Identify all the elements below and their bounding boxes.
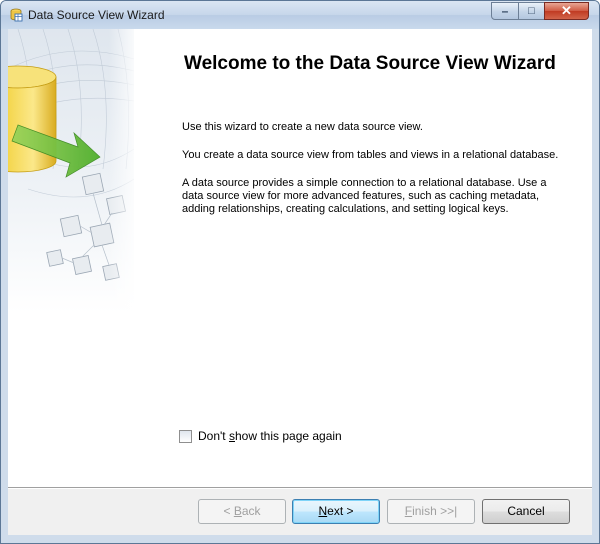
close-icon: ✕ <box>561 3 572 18</box>
description-paragraph: You create a data source view from table… <box>182 149 559 161</box>
maximize-icon: □ <box>528 5 535 17</box>
back-button[interactable]: < Back <box>198 499 286 524</box>
close-button[interactable]: ✕ <box>544 2 589 20</box>
dont-show-again-label[interactable]: Don't show this page again <box>198 429 342 443</box>
database-cylinder-arrow-graphic <box>8 29 134 487</box>
minimize-button[interactable]: – <box>491 2 519 20</box>
next-button[interactable]: Next > <box>292 499 380 524</box>
dont-show-again-checkbox[interactable] <box>179 430 192 443</box>
wizard-content: Welcome to the Data Source View Wizard U… <box>134 29 592 487</box>
wizard-client-area: Welcome to the Data Source View Wizard U… <box>8 29 592 535</box>
window-title: Data Source View Wizard <box>28 8 165 22</box>
wizard-window: Data Source View Wizard – □ ✕ Welcome to… <box>0 0 600 544</box>
cancel-button[interactable]: Cancel <box>482 499 570 524</box>
details-paragraph: A data source provides a simple connecti… <box>182 177 547 215</box>
data-source-view-icon <box>10 8 23 22</box>
page-title: Welcome to the Data Source View Wizard <box>184 53 556 74</box>
title-bar[interactable]: Data Source View Wizard – □ ✕ <box>1 1 599 29</box>
finish-button[interactable]: Finish >>| <box>387 499 475 524</box>
button-bar: < Back Next > Finish >>| Cancel <box>8 489 592 535</box>
intro-paragraph: Use this wizard to create a new data sou… <box>182 121 423 133</box>
window-bottom-border <box>1 535 599 543</box>
maximize-button[interactable]: □ <box>518 2 545 20</box>
minimize-icon: – <box>501 4 509 18</box>
